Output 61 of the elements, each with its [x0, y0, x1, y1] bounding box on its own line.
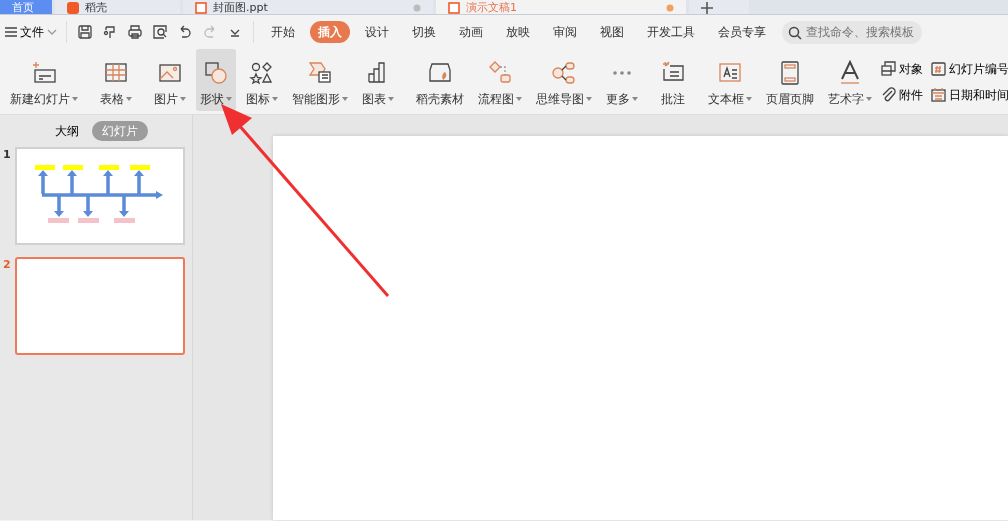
paperclip-icon: [881, 87, 896, 102]
presentation-icon: [448, 1, 460, 14]
ribbon-tab[interactable]: 开始: [263, 21, 303, 43]
smart-graphic-icon: [307, 60, 333, 86]
slide-thumbnail[interactable]: [15, 257, 185, 355]
store-button[interactable]: 稻壳素材: [412, 49, 468, 111]
slide-thumbnail[interactable]: [15, 147, 185, 245]
slide-number: 2: [3, 257, 12, 273]
calendar-icon: [931, 87, 946, 102]
save-icon: [77, 24, 93, 40]
object-button[interactable]: 对象: [879, 58, 925, 79]
ribbon-tab[interactable]: 会员专享: [710, 21, 774, 43]
slide-number-icon: [931, 61, 946, 76]
preview-icon: [152, 24, 168, 40]
image-button[interactable]: 图片: [150, 49, 190, 111]
ribbon-tab[interactable]: 视图: [592, 21, 632, 43]
docer-icon: [67, 1, 79, 14]
print-icon: [127, 24, 143, 40]
header-footer-button[interactable]: 页眉页脚: [762, 49, 818, 111]
search-icon: [788, 25, 802, 40]
object-icon: [881, 61, 896, 76]
format-painter-icon: [102, 24, 118, 40]
flowchart-button[interactable]: 流程图: [474, 49, 526, 111]
text-box-button[interactable]: 文本框: [704, 49, 756, 111]
ribbon-tab[interactable]: 放映: [498, 21, 538, 43]
new-slide-icon: [31, 60, 57, 86]
bar-chart-button[interactable]: 图表: [358, 49, 398, 111]
icons-button[interactable]: 图标: [242, 49, 282, 111]
calendar-button[interactable]: 日期和时间: [929, 84, 1008, 105]
status-dot-icon: [413, 3, 421, 12]
mind-map-icon: [551, 60, 577, 86]
comment-button[interactable]: 批注: [656, 49, 690, 111]
more-icon: [613, 71, 631, 75]
mind-map-button[interactable]: 思维导图: [532, 49, 596, 111]
flowchart-icon: [487, 60, 513, 86]
ribbon-tab[interactable]: 设计: [357, 21, 397, 43]
shapes-icon: [203, 60, 229, 86]
smart-graphic-button[interactable]: 智能图形: [288, 49, 352, 111]
new-slide-button[interactable]: 新建幻灯片: [6, 49, 82, 111]
search-field[interactable]: 查找命令、搜索模板: [782, 20, 922, 44]
table-button[interactable]: 表格: [96, 49, 136, 111]
chevron-down-icon: [47, 29, 57, 35]
ribbon-tab[interactable]: 切换: [404, 21, 444, 43]
shapes-button[interactable]: 形状: [196, 49, 236, 111]
presentation-icon: [195, 1, 207, 14]
ribbon-tab[interactable]: 开发工具: [639, 21, 703, 43]
more-button[interactable]: 更多: [602, 49, 642, 111]
ribbon-tab[interactable]: 审阅: [545, 21, 585, 43]
word-art-button[interactable]: 艺术字: [824, 49, 876, 111]
panel-tab[interactable]: 大纲: [44, 121, 89, 141]
slide-number: 1: [3, 147, 12, 163]
menu-icon: [5, 27, 17, 37]
file-menu-button[interactable]: 文件: [3, 22, 59, 42]
icons-icon: [249, 60, 275, 86]
status-dot-icon: [666, 3, 674, 12]
plus-icon: [701, 1, 713, 14]
slide-number-button[interactable]: 幻灯片编号: [929, 58, 1008, 79]
document-tab[interactable]: 封面图.ppt: [183, 0, 433, 14]
paperclip-button[interactable]: 附件: [879, 84, 925, 105]
document-tab[interactable]: 稻壳: [55, 0, 180, 14]
ribbon-tab[interactable]: 动画: [451, 21, 491, 43]
